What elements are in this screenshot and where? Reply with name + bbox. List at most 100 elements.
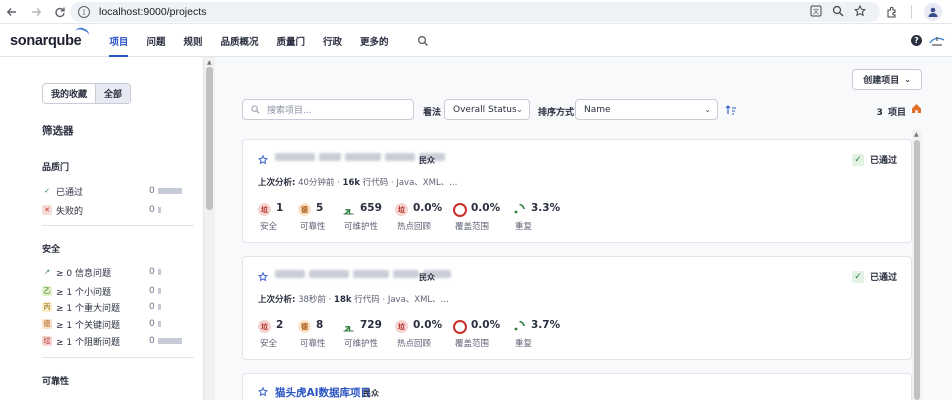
back-icon[interactable] bbox=[0, 0, 24, 24]
metrics-row: 垃 2 安全德 8 可靠性 729 可维护性垃 0.0% 热点回顾 0.0% 覆盖范围 3.7% 重复 bbox=[258, 319, 578, 351]
filter-label: 失败的 bbox=[56, 206, 84, 217]
duplication-icon bbox=[513, 203, 526, 216]
check-icon: ✓ bbox=[44, 187, 50, 195]
nav-item[interactable]: 质量门 bbox=[276, 25, 305, 57]
metric-label: 热点回顾 bbox=[397, 222, 432, 232]
filter-security-minor[interactable]: 乙 ≥ 1 个小问题 0 bbox=[42, 284, 192, 298]
project-card[interactable]: 民众 ✓ 已通过 上次分析: 38秒前 · 18k 行代码 · Java、XML… bbox=[242, 256, 912, 360]
filter-passed[interactable]: ✓ 已通过 0 bbox=[42, 184, 192, 198]
filter-bar bbox=[158, 188, 182, 194]
metric-value: 0.0% bbox=[471, 319, 501, 331]
filter-bar bbox=[158, 321, 161, 327]
forward-icon[interactable] bbox=[24, 0, 48, 24]
reliability-grade-icon: 德 bbox=[298, 320, 311, 333]
zoom-icon[interactable] bbox=[832, 5, 844, 17]
coverage-icon bbox=[453, 320, 467, 334]
sort-direction-icon[interactable] bbox=[725, 104, 737, 116]
sort-select[interactable]: Name ⌄ bbox=[575, 99, 718, 120]
scrollbar-thumb[interactable] bbox=[914, 140, 920, 400]
address-bar[interactable]: i localhost:9000/projects 文 bbox=[70, 2, 880, 22]
nav-item[interactable]: 规则 bbox=[183, 25, 202, 57]
metric-value: 2 bbox=[276, 319, 284, 331]
visibility-badge: 民众 bbox=[419, 273, 435, 282]
analysis-time: 40分钟前 · bbox=[298, 178, 343, 188]
perspective-select[interactable]: Overall Status ⌄ bbox=[444, 99, 530, 120]
hotspot-grade-icon: 垃 bbox=[395, 203, 408, 216]
favorite-star-icon[interactable] bbox=[258, 272, 268, 282]
metric-label: 可维护性 bbox=[344, 339, 379, 349]
tab-favorites[interactable]: 我的收藏 bbox=[43, 84, 95, 103]
sort-label: 排序方式 bbox=[538, 108, 575, 118]
projects-count: 3 项目 bbox=[877, 105, 906, 118]
url-text: localhost:9000/projects bbox=[99, 6, 207, 18]
profile-icon[interactable] bbox=[924, 3, 942, 21]
sonarqube-logo[interactable]: sonarqube bbox=[10, 25, 91, 49]
search-icon bbox=[251, 105, 260, 114]
languages: 行代码 · Java、XML、... bbox=[360, 178, 458, 188]
blocker-icon: 垃 bbox=[42, 336, 52, 346]
filter-bar bbox=[158, 207, 161, 213]
favorite-star-icon[interactable] bbox=[258, 387, 268, 397]
bookmark-star-icon[interactable] bbox=[854, 5, 866, 17]
create-project-button[interactable]: 创建项目 ⌄ bbox=[852, 69, 922, 90]
filters-sidebar: 我的收藏 全部 筛选器 品质门 ✓ 已通过 0 ✕ 失败的 0 安全 ↗ ≥ 0… bbox=[32, 57, 204, 400]
search-placeholder: 搜索项目... bbox=[267, 106, 312, 116]
nav-item[interactable]: 行政 bbox=[323, 25, 342, 57]
filter-failed[interactable]: ✕ 失败的 0 bbox=[42, 203, 192, 217]
search-icon[interactable] bbox=[417, 35, 429, 47]
metric-label: 安全 bbox=[260, 222, 278, 232]
filter-security-info[interactable]: ↗ ≥ 0 信息问题 0 bbox=[42, 265, 192, 279]
filter-security-major[interactable]: 丙 ≥ 1 个重大问题 0 bbox=[42, 300, 192, 314]
favorite-star-icon[interactable] bbox=[258, 155, 268, 165]
major-icon: 丙 bbox=[42, 302, 52, 312]
scrollbar-thumb[interactable] bbox=[206, 67, 213, 210]
nav-item[interactable]: 更多的 bbox=[360, 25, 389, 57]
filter-count: 0 bbox=[149, 336, 155, 346]
metric-value: 0.0% bbox=[471, 202, 501, 214]
nav-item[interactable]: 问题 bbox=[146, 25, 165, 57]
languages: 行代码 · Java、XML、... bbox=[351, 295, 449, 305]
status-label: 已通过 bbox=[869, 273, 897, 283]
chevron-down-icon: ⌄ bbox=[516, 105, 523, 114]
sidebar-scrollbar[interactable]: ▲ bbox=[204, 57, 215, 400]
filter-count: 0 bbox=[149, 205, 155, 215]
metric-label: 重复 bbox=[515, 222, 533, 232]
nav-item[interactable]: 品质概况 bbox=[220, 25, 258, 57]
extensions-icon[interactable] bbox=[885, 5, 899, 19]
divider bbox=[911, 5, 912, 19]
security-heading: 安全 bbox=[42, 245, 61, 255]
filter-security-critical[interactable]: 德 ≥ 1 个关键问题 0 bbox=[42, 317, 192, 331]
project-name-link[interactable]: 猫头虎AI数据库项目 bbox=[275, 385, 371, 400]
count-unit: 项目 bbox=[887, 108, 906, 118]
project-card[interactable]: 民众 ✓ 已通过 上次分析: 40分钟前 · 16k 行代码 · Java、XM… bbox=[242, 139, 912, 243]
help-icon[interactable]: ? bbox=[911, 35, 922, 46]
project-card[interactable]: 猫头虎AI数据库项目 民众 bbox=[242, 373, 912, 400]
search-input[interactable]: 搜索项目... bbox=[242, 99, 414, 120]
filter-label: ≥ 1 个关键问题 bbox=[56, 320, 120, 331]
security-grade-icon: 垃 bbox=[258, 203, 271, 216]
filter-security-blocker[interactable]: 垃 ≥ 1 个阻断问题 0 bbox=[42, 334, 192, 348]
filters-title: 筛选器 bbox=[42, 125, 74, 137]
reload-icon[interactable] bbox=[48, 0, 72, 24]
metric-value: 3.7% bbox=[531, 319, 561, 331]
metric-label: 可靠性 bbox=[300, 222, 326, 232]
filter-bar bbox=[158, 304, 161, 310]
metric-label: 覆盖范围 bbox=[455, 222, 490, 232]
nav-item[interactable]: 项目 bbox=[109, 25, 129, 57]
divider bbox=[42, 225, 194, 226]
projects-scrollbar[interactable]: ▲ bbox=[912, 130, 922, 400]
filter-label: ≥ 0 信息问题 bbox=[56, 268, 111, 279]
metric-label: 可靠性 bbox=[300, 339, 326, 349]
scroll-up-icon[interactable]: ▲ bbox=[914, 131, 919, 138]
visibility-badge: 民众 bbox=[363, 389, 379, 398]
count-number: 3 bbox=[876, 108, 883, 118]
user-avatar-icon[interactable] bbox=[928, 32, 946, 50]
tab-all[interactable]: 全部 bbox=[95, 84, 131, 103]
scroll-up-icon[interactable]: ▲ bbox=[207, 59, 212, 66]
translate-icon[interactable]: 文 bbox=[810, 5, 822, 17]
quality-gate-status: ✓ 已通过 bbox=[851, 270, 897, 283]
site-info-icon[interactable]: i bbox=[78, 6, 90, 18]
metric-value: 0.0% bbox=[413, 202, 443, 214]
coverage-icon bbox=[453, 203, 467, 217]
home-icon[interactable] bbox=[911, 103, 922, 114]
